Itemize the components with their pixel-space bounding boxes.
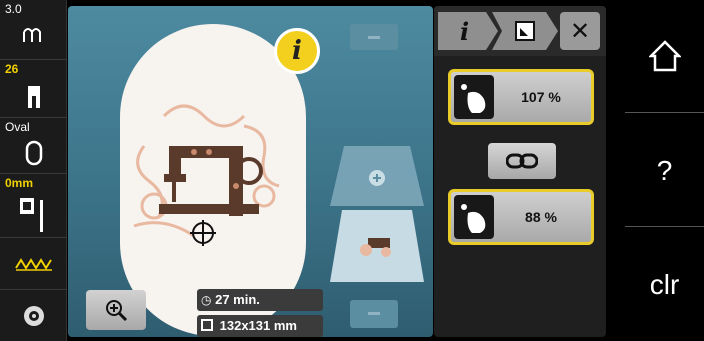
help-label: ?	[656, 155, 673, 186]
hand-scale-icon	[461, 204, 486, 233]
needle-position-cell[interactable]: 0mm	[0, 174, 67, 238]
layer-bottom[interactable]	[350, 300, 398, 328]
needle-icon	[20, 198, 43, 232]
scale-height-value: 88 %	[525, 209, 557, 225]
stitch-type-cell[interactable]	[0, 238, 67, 290]
hoop-cell[interactable]: Oval	[0, 118, 67, 174]
edit-panel: i ✕ 107 % 88 %	[434, 6, 606, 337]
edit-panel-tabs: i ✕	[434, 6, 606, 56]
design-size-chip: 132x131 mm	[197, 315, 323, 337]
stitch-time-chip: ◷ 27 min.	[197, 289, 323, 311]
info-button-label: i	[292, 36, 302, 66]
thread-tension-cell[interactable]: 3.0	[0, 0, 67, 60]
proportional-link-button[interactable]	[488, 143, 556, 179]
zoom-button[interactable]	[86, 290, 146, 330]
bobbin-icon	[24, 306, 44, 326]
scale-height-icon-box	[454, 195, 494, 239]
zoom-in-icon	[106, 300, 128, 322]
link-icon	[506, 153, 538, 169]
needle-position-value: 0mm	[5, 176, 34, 190]
far-right-nav: ? clr	[625, 0, 704, 341]
center-crosshair-icon[interactable]	[190, 220, 216, 246]
thread-tension-value: 3.0	[5, 2, 22, 16]
design-layer-plane[interactable]	[330, 210, 424, 282]
presser-foot-cell[interactable]: 26	[0, 60, 67, 118]
help-button[interactable]: ?	[625, 114, 704, 227]
design-size-value: 132x131 mm	[219, 318, 297, 333]
clock-icon: ◷	[201, 293, 212, 307]
size-icon	[201, 319, 213, 331]
info-button[interactable]: i	[274, 28, 320, 74]
close-button[interactable]: ✕	[560, 12, 600, 50]
layer-top[interactable]	[350, 24, 398, 50]
zigzag-stitch-icon	[15, 258, 52, 271]
tab-resize[interactable]	[492, 12, 560, 50]
tension-icon	[23, 28, 41, 42]
scale-width-button[interactable]: 107 %	[448, 69, 594, 125]
scale-height-button[interactable]: 88 %	[448, 189, 594, 245]
presser-foot-icon	[28, 86, 40, 108]
tab-info-label: i	[460, 17, 469, 46]
clear-label: clr	[649, 269, 680, 300]
scale-width-icon-box	[454, 75, 494, 119]
home-button[interactable]	[625, 0, 704, 113]
embroidery-canvas[interactable]: i ◷ 27 min. 132x131 mm	[68, 6, 433, 337]
home-icon	[649, 40, 681, 72]
hoop-label: Oval	[5, 120, 30, 134]
tab-info[interactable]: i	[438, 12, 500, 50]
add-layer-plane[interactable]	[330, 146, 424, 206]
bobbin-cell[interactable]	[0, 290, 67, 341]
hand-scale-icon	[461, 84, 486, 113]
clear-button[interactable]: clr	[625, 228, 704, 341]
scale-width-value: 107 %	[521, 89, 561, 105]
close-icon: ✕	[569, 17, 591, 45]
stitch-time-value: 27 min.	[215, 292, 260, 307]
oval-hoop-icon	[25, 140, 43, 166]
presser-foot-value: 26	[5, 62, 19, 76]
left-status-bar: 3.0 26 Oval 0mm	[0, 0, 67, 341]
